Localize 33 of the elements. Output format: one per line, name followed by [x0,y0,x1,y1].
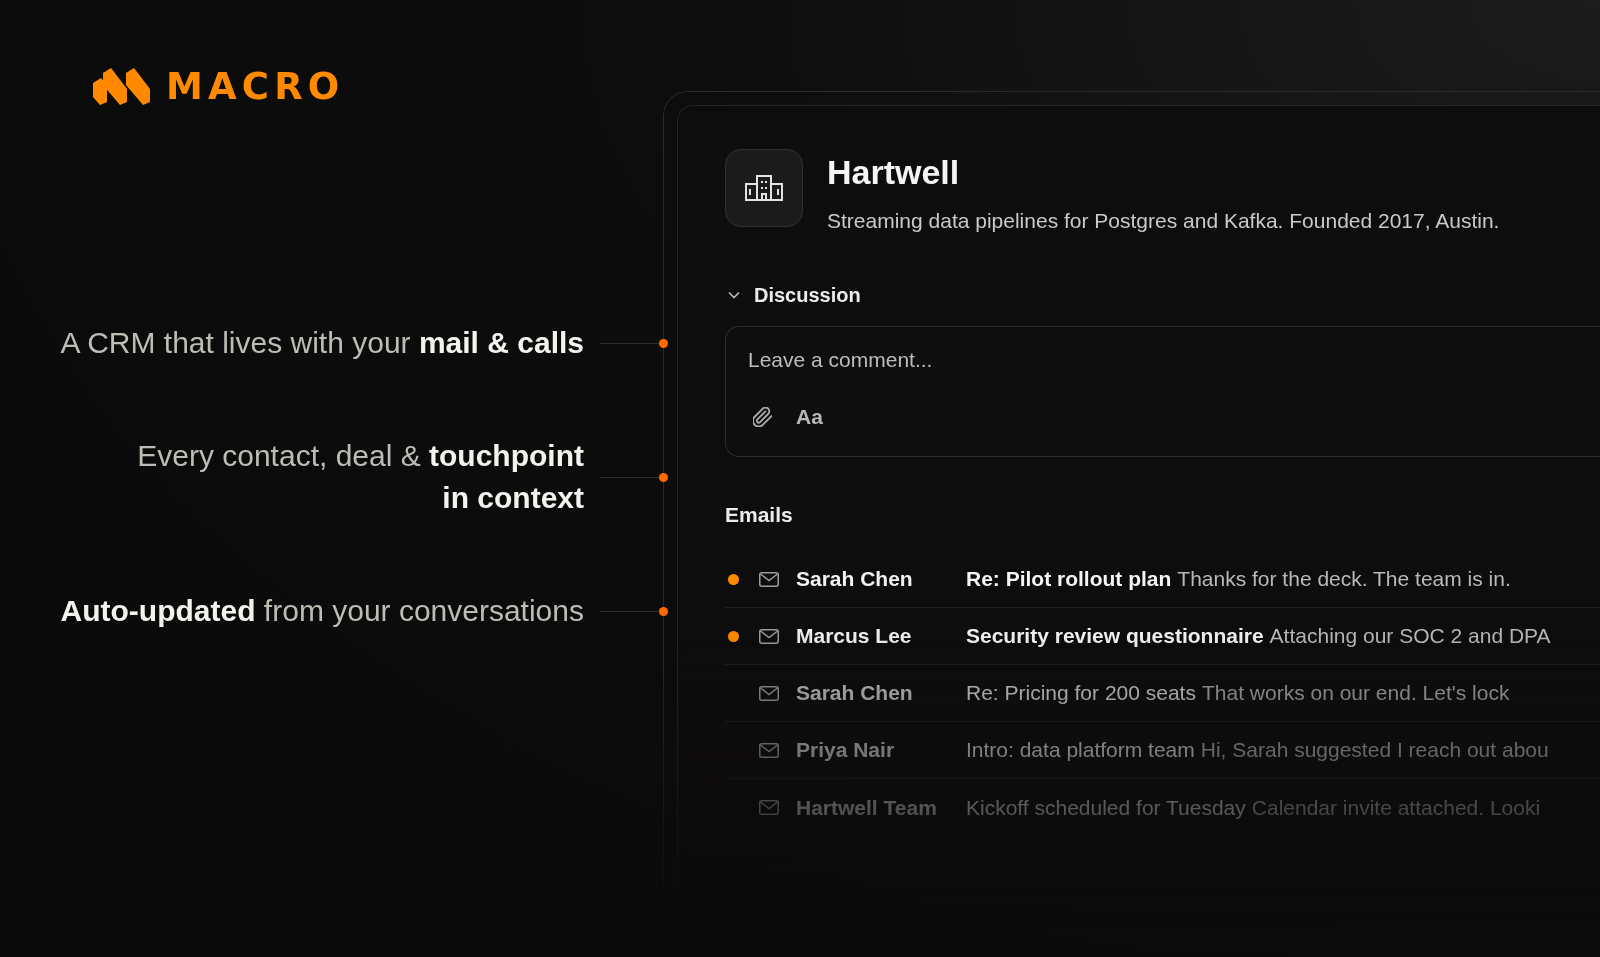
mail-icon [759,628,779,644]
sender-name: Sarah Chen [796,680,914,707]
mail-icon [759,800,779,815]
email-row[interactable]: Sarah Chen Re: Pricing for 200 seats That works on our end. Let's lock [725,665,1600,722]
comment-input[interactable]: Leave a comment... [748,346,1528,374]
tagline-text: Every contact, deal & touchpoint in context [137,438,584,516]
text-format-button[interactable]: Aa [796,405,823,429]
mail-icon [759,685,779,701]
logo-mark-icon [92,67,150,105]
email-snippet: Intro: data platform team Hi, Sarah suggested I reach out abou [966,737,1549,764]
section-title: Emails [725,502,794,528]
email-snippet: Kickoff scheduled for Tuesday Calendar invite attached. Looki [966,794,1541,821]
chevron-icon [728,291,740,299]
mail-icon [759,571,779,587]
sender-name: Sarah Chen [796,566,914,593]
tagline-text: A CRM that lives with your mail & calls [60,325,584,361]
mail-icon [759,742,779,758]
email-snippet: Security review questionnaire Attaching our SOC 2 and DPA [966,623,1551,650]
email-snippet: Re: Pricing for 200 seats That works on our end. Let's lock [966,680,1510,707]
email-row[interactable]: Priya Nair Intro: data platform team Hi, Sarah suggested I reach out abou [725,722,1600,779]
paperclip-icon[interactable] [753,407,772,427]
tagline-text: Auto-updated from your conversations [60,593,584,629]
company-description: Streaming data pipelines for Postgres and Kafka. Founded 2017, Austin. [827,208,1500,234]
email-row[interactable]: Marcus Lee Security review questionnaire Attaching our SOC 2 and DPA [725,608,1600,665]
building-avatar-icon [725,149,803,227]
logo-text: MACRO [166,67,345,105]
sender-name: Priya Nair [796,737,896,764]
sender-name: Hartwell Team [796,794,938,821]
discussion-toggle[interactable]: Discussion [725,281,861,309]
email-snippet: Re: Pilot rollout plan Thanks for the deck. The team is in. [966,566,1511,593]
company-name: Hartwell [827,152,961,192]
sender-name: Marcus Lee [796,623,913,650]
email-row[interactable]: Sarah Chen Re: Pilot rollout plan Thanks for the deck. The team is in. [725,551,1600,608]
